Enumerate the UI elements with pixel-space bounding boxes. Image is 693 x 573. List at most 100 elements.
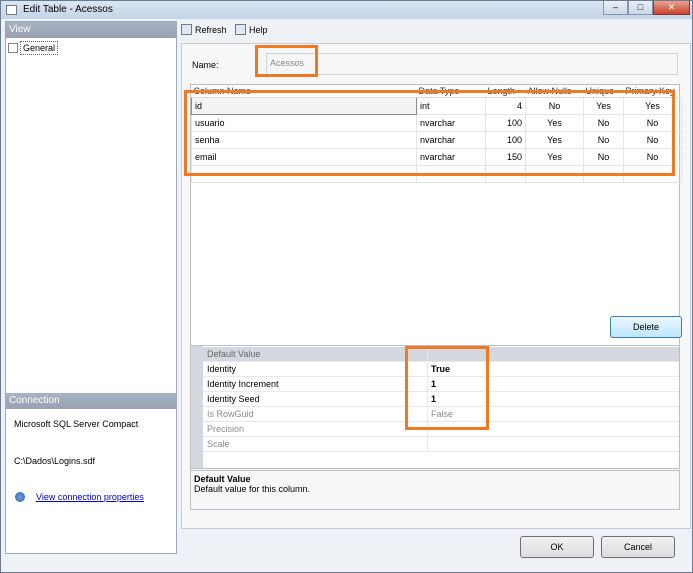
table-row[interactable]: email nvarchar 150 Yes No No [191,147,682,166]
table-name-input[interactable]: Acessos [266,53,678,75]
description-title: Default Value [194,474,251,484]
table-row-new[interactable] [191,164,682,183]
table-row[interactable]: senha nvarchar 100 Yes No No [191,130,682,149]
ok-button[interactable]: OK [520,536,594,558]
property-value[interactable]: 1 [431,379,436,389]
delete-button[interactable]: Delete [610,316,682,338]
window-icon [6,5,17,15]
cell-primary-key[interactable]: No [623,130,682,149]
property-divider [427,437,428,452]
property-row-identity-increment[interactable]: Identity Increment 1 [203,377,679,392]
refresh-button[interactable]: Refresh [181,24,227,35]
toolbar: Refresh Help [179,21,689,41]
view-connection-properties-link[interactable]: View connection properties [36,492,144,502]
property-name: Default Value [207,349,261,359]
property-row-identity[interactable]: Identity True [203,362,679,377]
column-header-data-type[interactable]: Data Type [416,85,486,98]
help-button[interactable]: Help [235,24,268,35]
column-header-allow-nulls[interactable]: Allow Nulls [525,85,584,98]
cell-data-type[interactable]: int [416,96,486,115]
table-row[interactable]: usuario nvarchar 100 Yes No No [191,113,682,132]
help-label: Help [249,24,268,35]
cell-allow-nulls[interactable]: Yes [525,147,584,166]
property-name: Identity Seed [207,394,260,404]
table-row[interactable]: id int 4 No Yes Yes [191,96,682,115]
property-divider [427,422,428,437]
cell-unique[interactable]: No [583,130,624,149]
cell-primary-key[interactable] [623,164,682,183]
cell-data-type[interactable]: nvarchar [416,130,486,149]
property-name: Identity [207,364,237,374]
connection-properties-icon [15,492,25,502]
title-bar: Edit Table - Acessos – □ ✕ [1,1,692,19]
general-icon [8,43,18,53]
column-header-length[interactable]: Length [485,85,526,98]
connection-file-path: C:\Dados\Logins.sdf [14,456,96,466]
refresh-label: Refresh [195,24,227,35]
window-title: Edit Table - Acessos [23,4,113,15]
minimize-button[interactable]: – [603,1,628,15]
property-divider [427,392,428,407]
cell-allow-nulls[interactable]: Yes [525,130,584,149]
name-label: Name: [192,60,219,70]
property-divider [427,377,428,392]
property-row-default-value[interactable]: Default Value [203,347,679,362]
property-divider [427,347,428,362]
cell-primary-key[interactable]: Yes [623,96,682,115]
cell-primary-key[interactable]: No [623,113,682,132]
cell-data-type[interactable] [416,164,486,183]
maximize-button[interactable]: □ [628,1,653,15]
property-value[interactable]: True [431,364,450,374]
column-header-primary-key[interactable]: Primary Key [623,85,682,98]
left-panel: View General Connection Microsoft SQL Se… [5,21,177,554]
cell-unique[interactable]: No [583,147,624,166]
cell-primary-key[interactable]: No [623,147,682,166]
cell-length[interactable]: 4 [485,96,526,115]
property-name: Scale [207,439,230,449]
edit-table-window: Edit Table - Acessos – □ ✕ View General … [0,0,693,573]
column-properties-grid: Default Value Identity True Identity Inc… [190,345,680,469]
property-name: Is RowGuid [207,409,254,419]
cell-allow-nulls[interactable] [525,164,584,183]
property-description-panel: Default Value Default value for this col… [190,470,680,510]
cell-data-type[interactable]: nvarchar [416,147,486,166]
property-row-scale[interactable]: Scale [203,437,679,452]
properties-side-bar [191,346,203,468]
cell-column-name[interactable]: senha [191,130,417,149]
cell-unique[interactable]: No [583,113,624,132]
column-header-name[interactable]: Column Name [191,85,417,98]
cell-allow-nulls[interactable]: No [525,96,584,115]
close-button[interactable]: ✕ [653,1,690,15]
cell-length[interactable]: 100 [485,113,526,132]
cell-unique[interactable]: Yes [583,96,624,115]
view-header: View [6,22,176,38]
main-panel: Name: Acessos Column Name Data Type Leng… [181,43,691,529]
cell-length[interactable] [485,164,526,183]
property-value[interactable]: False [431,409,453,419]
view-item-general-label: General [20,41,59,55]
column-header-unique[interactable]: Unique [583,85,624,98]
property-value[interactable]: 1 [431,394,436,404]
property-name: Precision [207,424,245,434]
cell-length[interactable]: 150 [485,147,526,166]
property-row-is-rowguid[interactable]: Is RowGuid False [203,407,679,422]
cell-length[interactable]: 100 [485,130,526,149]
cell-column-name[interactable]: usuario [191,113,417,132]
property-row-precision[interactable]: Precision [203,422,679,437]
cell-column-name[interactable]: id [191,96,417,115]
property-name: Identity Increment [207,379,279,389]
connection-provider: Microsoft SQL Server Compact [14,419,139,429]
description-text: Default value for this column. [194,484,311,494]
cell-column-name[interactable]: email [191,147,417,166]
columns-grid: Column Name Data Type Length Allow Nulls… [190,84,682,349]
property-row-identity-seed[interactable]: Identity Seed 1 [203,392,679,407]
cell-column-name[interactable] [191,164,417,183]
cell-data-type[interactable]: nvarchar [416,113,486,132]
cell-allow-nulls[interactable]: Yes [525,113,584,132]
property-divider [427,362,428,377]
view-item-general[interactable]: General [8,41,59,55]
property-divider [427,407,428,422]
cell-unique[interactable] [583,164,624,183]
cancel-button[interactable]: Cancel [601,536,675,558]
connection-header: Connection [6,393,176,409]
